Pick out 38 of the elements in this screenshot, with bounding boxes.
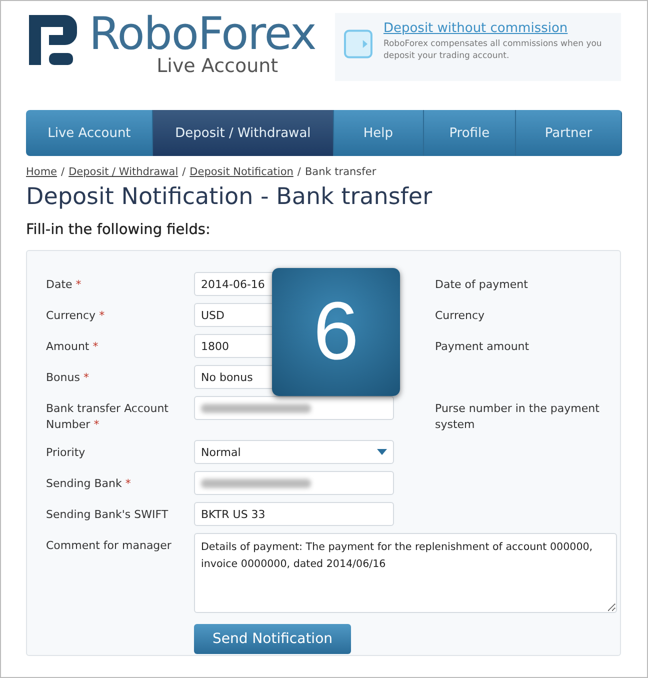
field-label: Date *: [46, 277, 82, 293]
promo-banner[interactable]: Deposit without commission RoboForex compensates all commissions when you deposit your trading account.: [335, 13, 621, 81]
logo-title: RoboForex: [89, 11, 316, 57]
logo-subtitle: Live Account: [156, 57, 278, 75]
nav-tab[interactable]: Partner: [516, 110, 622, 156]
step-tooltip: 6: [272, 268, 400, 396]
field-hint: Currency: [435, 308, 486, 324]
caret-icon: [377, 449, 387, 455]
input-field[interactable]: [194, 471, 394, 495]
field-hint: Date of payment: [435, 277, 529, 293]
section-heading: Fill-in the following fields:: [26, 222, 212, 238]
breadcrumb-separator: /: [182, 166, 186, 178]
comment-field[interactable]: Details of payment: The payment for the replenishment of account 000000, invoice 0000000, dated 2014/06/16: [194, 533, 617, 613]
field-hint: Payment amount: [435, 339, 530, 355]
breadcrumb-separator: /: [61, 166, 65, 178]
field-label: Sending Bank's SWIFT: [46, 507, 170, 523]
field-label: Amount *: [46, 339, 100, 355]
nav-tab[interactable]: Help: [334, 110, 424, 156]
breadcrumb-link[interactable]: Home: [26, 166, 58, 178]
field-label: Priority: [46, 445, 86, 461]
breadcrumb-link[interactable]: Deposit / Withdrawal: [68, 166, 178, 178]
nav-tab[interactable]: Profile: [424, 110, 516, 156]
field-label: Sending Bank *: [46, 476, 132, 492]
select-field[interactable]: Normal: [194, 440, 394, 464]
page-title: Deposit Notification - Bank transfer: [26, 184, 434, 210]
field-label: Comment for manager: [46, 538, 172, 554]
field-label: Currency *: [46, 308, 106, 324]
field-label: Bonus *: [46, 370, 90, 386]
input-field[interactable]: [194, 396, 394, 420]
breadcrumb-link[interactable]: Deposit Notification: [190, 166, 294, 178]
input-field[interactable]: BKTR US 33: [194, 502, 394, 526]
send-button[interactable]: Send Notification: [194, 624, 351, 654]
field-hint: Purse number in the payment system: [435, 401, 600, 433]
breadcrumb-current: Bank transfer: [304, 166, 376, 178]
field-label: Bank transfer Account Number *: [46, 401, 170, 433]
nav-tab[interactable]: Deposit / Withdrawal: [153, 110, 334, 156]
promo-text: RoboForex compensates all commissions when you deposit your trading account.: [383, 38, 603, 62]
breadcrumb-separator: /: [297, 166, 301, 178]
